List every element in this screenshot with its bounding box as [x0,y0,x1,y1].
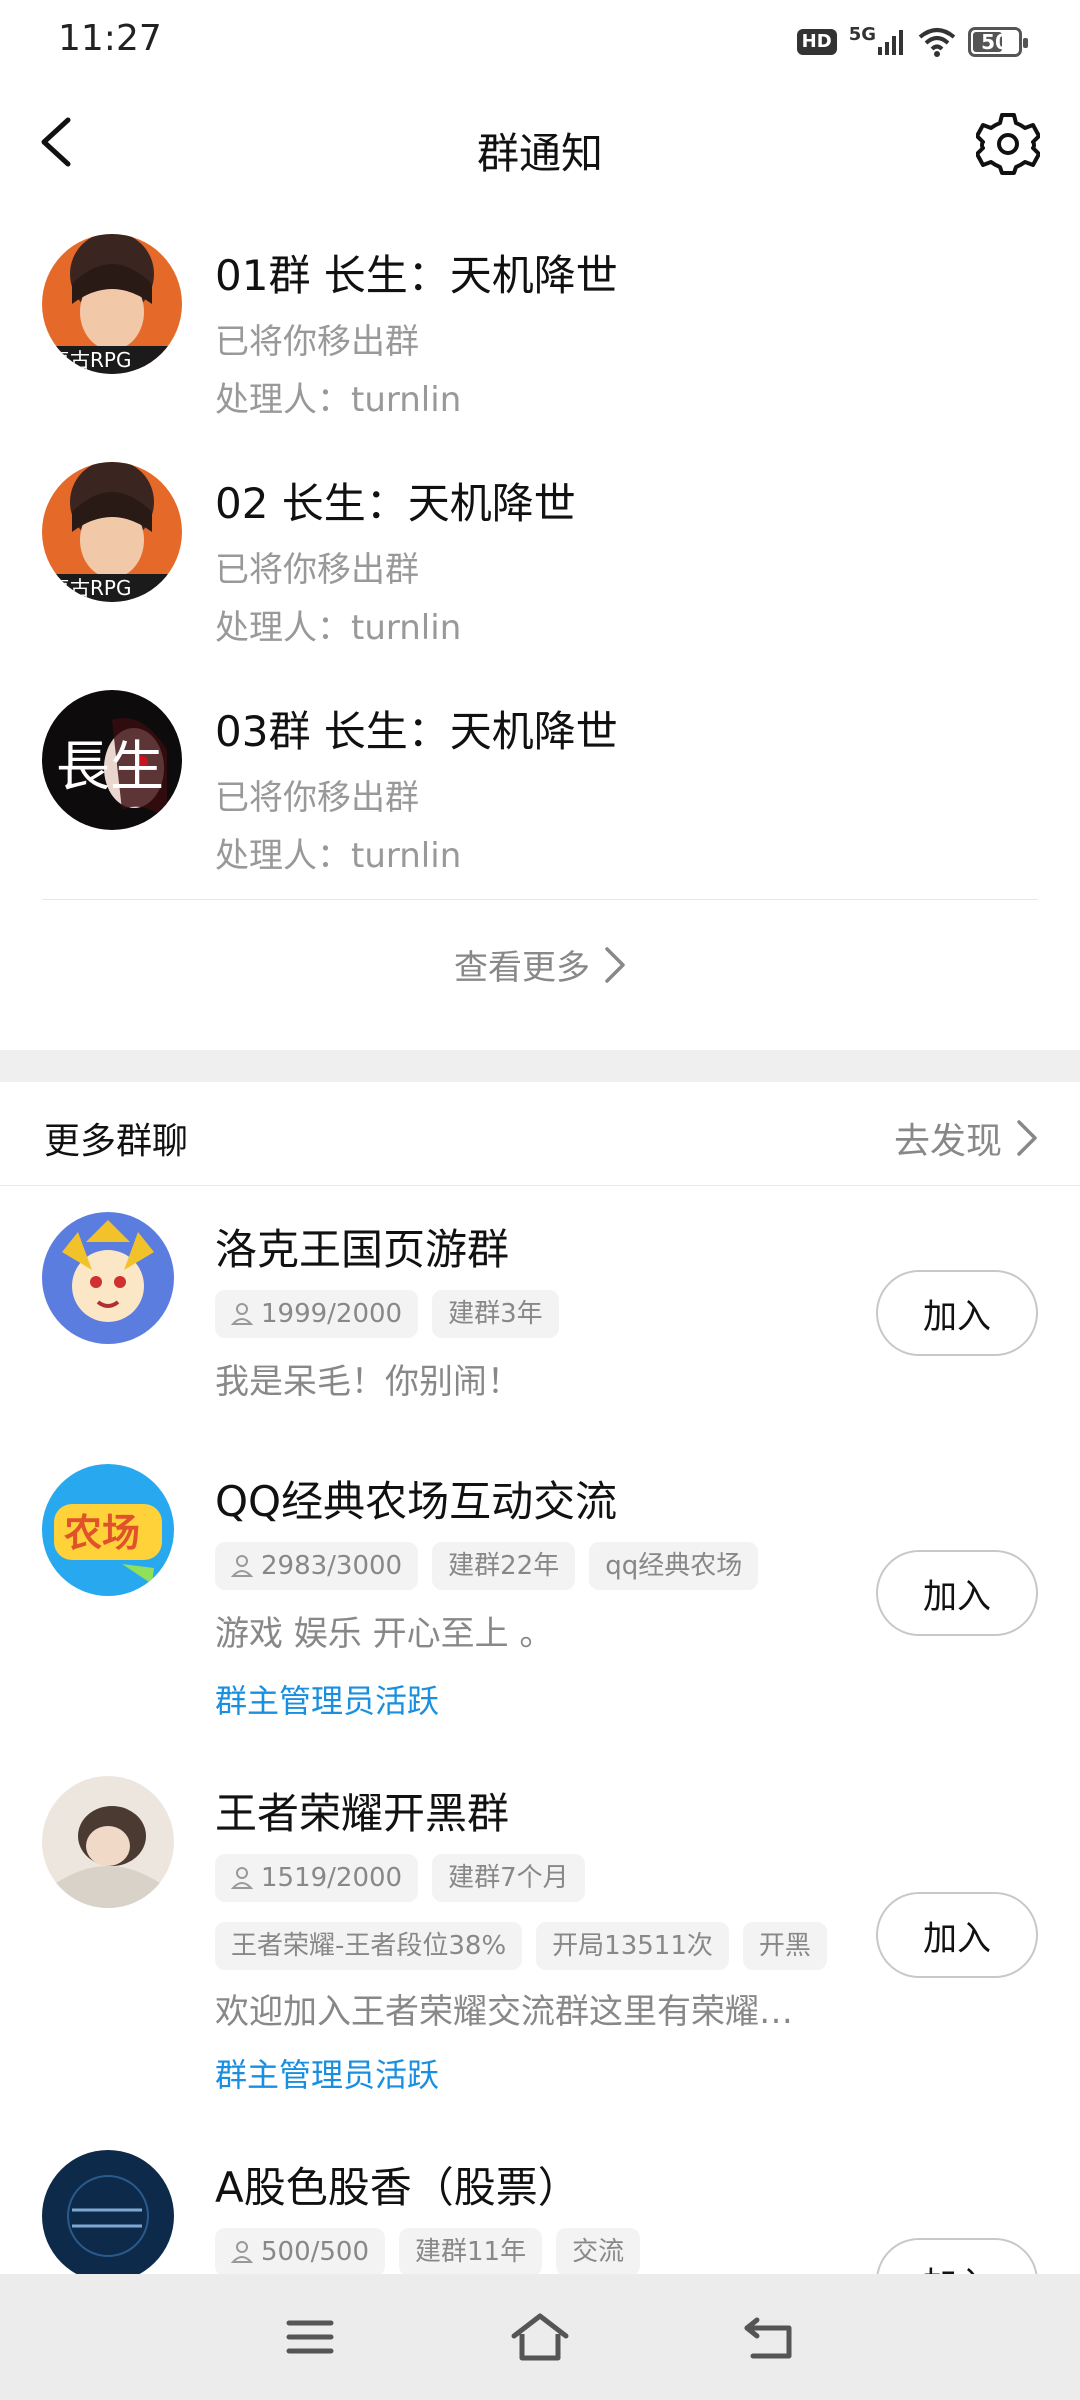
group-tags: 2983/3000 建群22年 qq经典农场 [215,1542,759,1590]
active-status: 群主管理员活跃 [215,1682,440,1720]
battery-icon: 50 [968,27,1028,57]
member-count: 1999/2000 [261,1299,403,1329]
join-button[interactable]: 加入 [876,1550,1038,1636]
person-icon [231,1303,253,1325]
group-tag: 建群3年 [432,1290,559,1338]
network-label: 5G [848,24,876,45]
group-avatar[interactable] [42,2150,174,2274]
system-nav-bar [0,2274,1080,2400]
group-avatar[interactable]: 复古RPG [42,234,182,374]
status-icons: HD 5G 50 [796,22,1028,62]
person-icon [231,2241,253,2263]
battery-level: 50 [981,30,1009,54]
more-groups-header: 更多群聊 去发现 [0,1082,1080,1186]
join-button[interactable]: 加入 [876,1892,1038,1978]
wifi-icon [918,28,956,57]
member-count-tag: 500/500 [215,2228,386,2274]
discover-link[interactable]: 去发现 [894,1112,1038,1164]
section-title: 更多群聊 [44,1121,189,1162]
notice-title: 02 长生：天机降世 [215,479,576,528]
see-more-button[interactable]: 查看更多 [0,940,1080,989]
group-list-item[interactable]: 农场 QQ经典农场互动交流 2983/3000 建群22年 qq经典农场 游戏 … [0,1464,1080,1754]
group-name: A股色股香（股票） [215,2163,580,2212]
group-description: 我是呆毛！你别闹！ [215,1362,521,1402]
chevron-right-icon [1017,1120,1037,1156]
notice-action: 已将你移出群 [215,550,419,590]
group-list-item[interactable]: 王者荣耀开黑群 1519/2000 建群7个月 王者荣耀-王者段位38% 开局1… [0,1776,1080,2126]
group-tags: 1519/2000 建群7个月 [215,1854,585,1902]
group-tag: 交流 [556,2228,641,2274]
status-bar: 11:27 HD 5G 50 [0,0,1080,84]
person-icon [231,1867,253,1889]
back-nav-button[interactable] [735,2302,805,2372]
home-icon [511,2313,569,2361]
active-status: 群主管理员活跃 [215,2056,440,2094]
status-time: 11:27 [58,18,162,59]
home-button[interactable] [505,2302,575,2372]
group-tag: qq经典农场 [589,1542,759,1590]
game-tag: 王者荣耀-王者段位38% [215,1922,523,1970]
group-avatar[interactable] [42,1776,174,1908]
group-name: 洛克王国页游群 [215,1225,510,1274]
join-button[interactable]: 加入 [876,1270,1038,1356]
member-count: 1519/2000 [261,1863,403,1893]
return-icon [744,2317,792,2359]
settings-button[interactable] [975,112,1041,176]
section-separator [0,1050,1080,1082]
avatar-label: 农场 [64,1511,140,1555]
menu-icon [286,2320,334,2354]
person-icon [231,1555,253,1577]
notice-handler: 处理人：turnlin [215,608,462,648]
group-name: QQ经典农场互动交流 [215,1477,618,1526]
menu-button[interactable] [275,2302,345,2372]
game-tag: 开局13511次 [536,1922,729,1970]
discover-label: 去发现 [893,1121,1002,1162]
member-count-tag: 1999/2000 [215,1290,419,1338]
member-count: 2983/3000 [261,1551,403,1581]
group-avatar[interactable] [42,1212,174,1344]
group-avatar[interactable]: 長生 [42,690,182,830]
avatar-label: 長生 [56,735,164,798]
notice-action: 已将你移出群 [215,778,419,818]
divider [42,899,1038,900]
join-button[interactable]: 加入 [876,2238,1038,2274]
page-title: 群通知 [476,129,603,178]
group-description: 游戏 娱乐 开心至上 。 [215,1614,554,1654]
notice-title: 01群 长生：天机降世 [215,251,618,300]
notice-title: 03群 长生：天机降世 [215,707,618,756]
group-tag: 建群7个月 [432,1854,585,1902]
notice-action: 已将你移出群 [215,322,419,362]
group-tag: 建群11年 [399,2228,543,2274]
game-tag: 开黑 [742,1922,827,1970]
member-count-tag: 1519/2000 [215,1854,419,1902]
gear-icon [975,113,1041,175]
avatar-label: 复古RPG [50,576,131,600]
member-count: 500/500 [261,2237,370,2267]
group-avatar[interactable]: 复古RPG [42,462,182,602]
signal-icon: 5G [849,24,906,55]
group-avatar[interactable]: 农场 [42,1464,174,1596]
group-tags: 500/500 建群11年 交流 [215,2228,641,2274]
header: 群通知 [0,84,1080,208]
group-list-item[interactable]: 洛克王国页游群 1999/2000 建群3年 我是呆毛！你别闹！ 加入 [0,1212,1080,1442]
group-description: 欢迎加入王者荣耀交流群这里有荣耀… [215,1992,793,2032]
hd-icon: HD [796,29,837,55]
group-tags: 1999/2000 建群3年 [215,1290,559,1338]
group-list-item[interactable]: A股色股香（股票） 500/500 建群11年 交流 加入 [0,2150,1080,2274]
notice-handler: 处理人：turnlin [215,380,462,420]
notice-item[interactable]: 复古RPG 02 长生：天机降世 已将你移出群 处理人：turnlin [0,462,1080,690]
avatar-label: 复古RPG [50,348,131,372]
notice-item[interactable]: 長生 03群 长生：天机降世 已将你移出群 处理人：turnlin [0,690,1080,918]
member-count-tag: 2983/3000 [215,1542,419,1590]
group-game-tags: 王者荣耀-王者段位38% 开局13511次 开黑 [215,1922,827,1970]
see-more-label: 查看更多 [454,948,590,988]
chevron-right-icon [605,946,625,983]
group-name: 王者荣耀开黑群 [215,1789,510,1838]
notice-item[interactable]: 复古RPG 01群 长生：天机降世 已将你移出群 处理人：turnlin [0,234,1080,462]
group-tag: 建群22年 [432,1542,576,1590]
notice-handler: 处理人：turnlin [215,836,462,876]
